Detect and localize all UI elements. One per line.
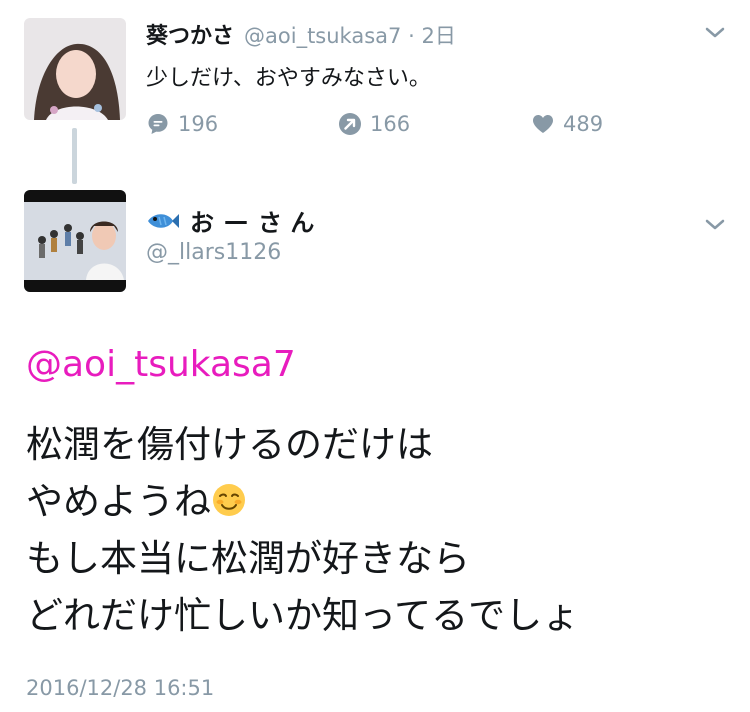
fish-emoji [148,213,179,228]
tweet2-name-prefix: お [190,209,214,237]
tweet1-text: 少しだけ、おやすみなさい。 [146,66,431,91]
body-line: もし本当に松潤が好きなら [26,537,470,580]
tweet2-name-dash: — [224,206,248,235]
chevron-down-icon[interactable] [702,24,728,42]
heart-icon [533,115,553,133]
body-line: どれだけ忙しいか知ってるでしょ [26,594,580,637]
retweet-button[interactable]: 166 [338,112,410,136]
tweet2-body: 松潤を傷付けるのだけは やめようね もし本当に松潤が好きなら どれだけ忙しいか知… [26,416,579,644]
body-line-text: やめようね [26,480,211,523]
chevron-down-icon[interactable] [702,216,728,234]
mention-link[interactable]: @aoi_tsukasa7 [26,344,296,385]
tweet2-name-suffix: さ ん [258,209,315,237]
tweet2-timestamp: 2016/12/28 16:51 [26,676,215,700]
reply-button[interactable]: 196 [146,112,218,136]
like-button[interactable]: 489 [531,112,603,136]
tweet1-display-name[interactable]: 葵つかさ [146,18,234,50]
body-line: 松潤を傷付けるのだけは [26,423,433,466]
body-line: やめようね [26,473,579,530]
tweet1-header: 葵つかさ @aoi_tsukasa7 · 2日 [146,18,456,50]
tweet1-handle-text: @aoi_tsukasa7 [244,24,402,48]
thread-connector [72,128,77,184]
tweet1-separator: · [408,24,415,48]
tweet1-handle[interactable]: @aoi_tsukasa7 · 2日 [244,20,456,50]
reply-count: 196 [178,112,219,136]
smiling-face-emoji [213,484,245,516]
reply-icon [148,114,168,134]
retweet-icon [339,113,361,135]
tweet2-display-name[interactable]: お — さ ん [146,203,314,238]
tweet1-avatar[interactable] [24,18,126,120]
tweet1-time: 2日 [421,24,456,48]
tweet2-handle[interactable]: @_llars1126 [146,240,281,265]
tweet2-avatar[interactable] [24,190,126,292]
avatar-photo [24,190,126,292]
retweet-count: 166 [370,112,411,136]
like-count: 489 [563,112,604,136]
avatar-photo [24,18,126,120]
